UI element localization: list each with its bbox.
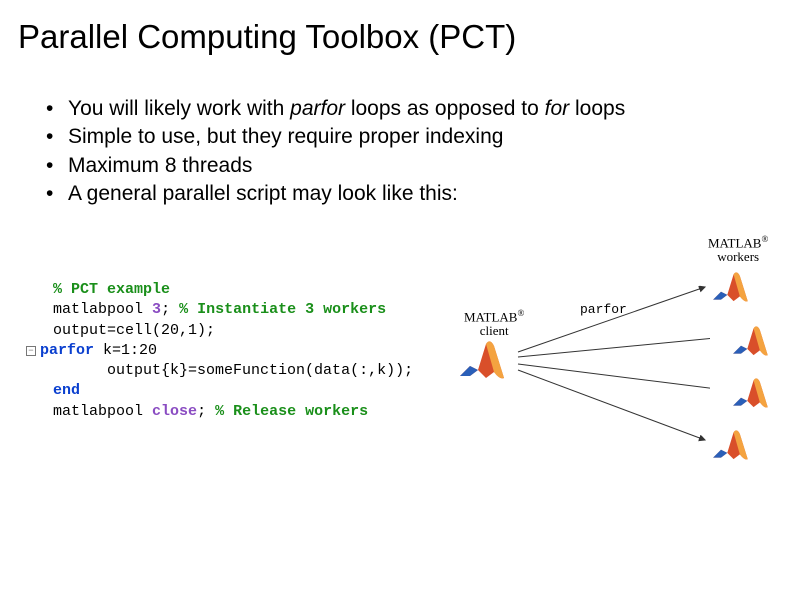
bullet-italic: parfor [290, 97, 345, 120]
matlab-logo-icon [456, 336, 512, 384]
code-token: ; [197, 403, 215, 420]
code-comment: % PCT example [53, 281, 170, 298]
bullet-list: You will likely work with parfor loops a… [40, 96, 800, 207]
fold-gutter-spacer [26, 362, 53, 379]
fold-gutter-spacer [26, 281, 53, 298]
bullet-item: A general parallel script may look like … [40, 181, 800, 207]
bullet-item: Simple to use, but they require proper i… [40, 124, 800, 150]
fold-gutter-spacer [26, 382, 53, 399]
arrow-lines [510, 272, 710, 462]
code-token: matlabpool [53, 301, 152, 318]
code-keyword: end [53, 382, 80, 399]
code-token: output=cell(20,1); [53, 322, 215, 339]
matlab-logo-icon [710, 268, 754, 306]
bullet-text: loops as opposed to [345, 97, 545, 120]
matlab-logo-icon [730, 374, 774, 412]
workers-label: MATLAB® workers [708, 235, 768, 264]
fold-gutter-spacer [26, 301, 53, 318]
bullet-item: Maximum 8 threads [40, 153, 800, 179]
code-token: matlabpool [53, 403, 152, 420]
code-token: 3 [152, 301, 161, 318]
fold-gutter-spacer [26, 403, 53, 420]
slide-title: Parallel Computing Toolbox (PCT) [0, 0, 800, 56]
matlab-logo-icon [730, 322, 774, 360]
code-example: % PCT example matlabpool 3; % Instantiat… [26, 280, 413, 422]
matlab-logo-icon [710, 426, 754, 464]
parfor-diagram: MATLAB® client MATLAB® workers parfor [440, 232, 790, 462]
code-keyword: parfor [40, 342, 103, 359]
code-token: k=1:20 [103, 342, 157, 359]
bullet-item: You will likely work with parfor loops a… [40, 96, 800, 122]
bullet-text: loops [569, 97, 625, 120]
code-comment: % Release workers [215, 403, 368, 420]
code-token: ; [161, 301, 179, 318]
fold-collapse-icon: − [26, 346, 36, 356]
bullet-text: You will likely work with [68, 97, 290, 120]
code-comment: % Instantiate 3 workers [179, 301, 386, 318]
fold-gutter-spacer [26, 322, 53, 339]
label-text: workers [717, 249, 759, 264]
code-token: close [152, 403, 197, 420]
bullet-italic: for [545, 97, 570, 120]
registered-mark: ® [761, 234, 768, 244]
code-token: output{k}=someFunction(data(:,k)); [53, 362, 413, 379]
